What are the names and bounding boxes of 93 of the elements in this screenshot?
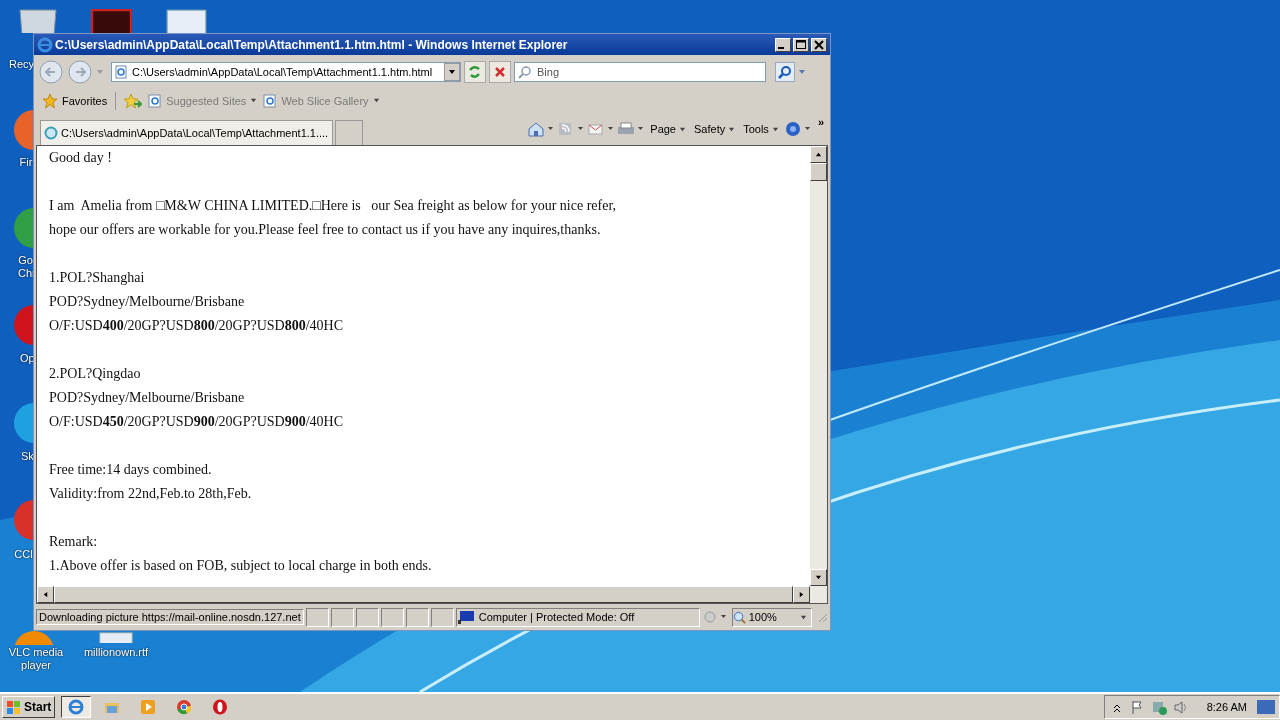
close-icon (814, 39, 824, 50)
caret-icon (798, 591, 805, 598)
caret-icon (372, 97, 380, 104)
favorites-button[interactable]: Favorites (42, 92, 108, 109)
email-text-line: O/F:USD400/20GP?USD800/20GP?USD800/40HC (49, 318, 344, 333)
windows-logo-icon (6, 699, 22, 715)
page-icon (148, 93, 163, 108)
desktop-icon-label: Recy (9, 58, 33, 71)
email-text-line: O/F:USD450/20GP?USD900/20GP?USD900/40HC (49, 414, 344, 429)
caret-icon (728, 125, 736, 133)
caret-icon (815, 574, 822, 581)
page-icon (114, 64, 128, 79)
star-icon (42, 92, 58, 109)
new-tab-button[interactable] (335, 120, 363, 145)
forward-button[interactable] (67, 58, 93, 85)
maximize-icon (796, 39, 806, 50)
maximize-button[interactable] (793, 37, 809, 52)
recycle-icon[interactable] (18, 8, 58, 33)
minimize-button[interactable] (775, 37, 791, 52)
desktop-icon-label: Sk (21, 450, 33, 463)
address-dropdown-button[interactable] (444, 62, 460, 81)
scroll-up-button[interactable] (810, 146, 827, 163)
help-button[interactable] (783, 121, 812, 137)
scroll-left-button[interactable] (37, 586, 54, 603)
scroll-right-button[interactable] (793, 586, 810, 603)
caret-icon (799, 613, 807, 621)
home-button[interactable] (527, 121, 556, 137)
zoom-icon (732, 610, 746, 624)
caret-icon (771, 125, 779, 133)
loading-icon (44, 126, 58, 140)
command-menu[interactable]: Page (647, 123, 689, 135)
history-dropdown-icon[interactable] (96, 67, 104, 76)
mail-button[interactable] (587, 121, 616, 137)
security-zone: Computer | Protected Mode: Off (478, 611, 635, 623)
search-field[interactable]: Bing (514, 61, 766, 82)
address-bar[interactable]: C:\Users\admin\AppData\Local\Temp\Attachment1.1.htm.html (111, 61, 461, 82)
clock: 8:26 AM (1206, 701, 1247, 713)
caret-icon (42, 591, 49, 598)
search-button[interactable] (775, 61, 795, 82)
more-commands-button[interactable]: » (817, 116, 824, 128)
email-text-line: Good day ! (49, 150, 112, 165)
browser-tab[interactable]: C:\Users\admin\AppData\Local\Temp\Attachment1.1.... (40, 120, 333, 145)
email-text-line: I am Amelia from □M&W CHINA LIMITED.□Here is our Sea freight as below for your nice refer, (49, 198, 616, 213)
email-text-line: Free time:14 days combined. (49, 462, 212, 477)
status-panel (330, 607, 354, 627)
stop-button[interactable] (489, 60, 511, 83)
caret-icon (815, 151, 822, 158)
desktop-icon-label: millionown.rtf (82, 646, 150, 659)
search-options-icon[interactable] (798, 67, 806, 76)
desktop-icon-label: Go Chr (18, 254, 33, 280)
zoom-button[interactable]: 100% (731, 607, 812, 627)
email-text-line: hope our offers are workable for you.Please feel free to contact us if you have any inquires,thanks. (49, 222, 601, 237)
desktop-icon-label: VLC media player (8, 646, 64, 672)
search-icon (518, 64, 532, 79)
email-text-line: 1.POL?Shanghai (49, 270, 145, 285)
status-panel (430, 607, 454, 627)
email-text-line: POD?Sydney/Melbourne/Brisbane (49, 390, 245, 405)
command-menu[interactable]: Tools (740, 123, 782, 135)
caret-icon (448, 67, 456, 76)
email-text-line: POD?Sydney/Melbourne/Brisbane (49, 294, 245, 309)
command-menu[interactable]: Safety (691, 123, 739, 135)
desktop-icon-label: CCl (14, 548, 33, 561)
resize-grip[interactable] (816, 611, 828, 623)
start-button[interactable]: Start (2, 696, 56, 718)
feeds-button[interactable] (557, 121, 586, 137)
caret-icon (250, 97, 258, 104)
status-message: Downloading picture https://mail-online.nosdn.127.net (36, 609, 304, 625)
scroll-down-button[interactable] (810, 569, 827, 586)
email-text-line: 2.POL?Qingdao (49, 366, 141, 381)
status-panel (305, 607, 329, 627)
email-text-line: Remark: (49, 534, 98, 549)
status-panel (405, 607, 429, 627)
page-icon (263, 93, 278, 108)
email-text-line: Validity:from 22nd,Feb.to 28th,Feb. (49, 486, 252, 501)
desktop-icon-label: Op (20, 352, 33, 365)
desktop-icon-label: Fir (19, 156, 33, 169)
close-button[interactable] (811, 37, 827, 52)
search-icon (778, 64, 792, 79)
print-button[interactable] (617, 121, 646, 137)
ie-logo-icon (37, 36, 53, 53)
scrollbar-corner (810, 586, 827, 603)
computer-icon (456, 610, 475, 624)
vertical-scrollbar[interactable] (810, 146, 827, 586)
caret-icon (679, 125, 686, 133)
minimize-icon (778, 46, 784, 49)
status-panel (380, 607, 404, 627)
ie-taskbar-icon[interactable] (61, 696, 92, 718)
email-text-line: 1.Above offer is based on FOB, subject to local charge in both ends. (49, 558, 432, 573)
back-button[interactable] (38, 58, 64, 85)
window-title: C:\Users\admin\AppData\Local\Temp\Attachment1.1.htm.html - Windows Internet Explorer (55, 37, 569, 52)
status-panel (355, 607, 379, 627)
add-favorite-icon[interactable] (124, 92, 143, 109)
scrollbar-thumb[interactable] (810, 163, 827, 181)
